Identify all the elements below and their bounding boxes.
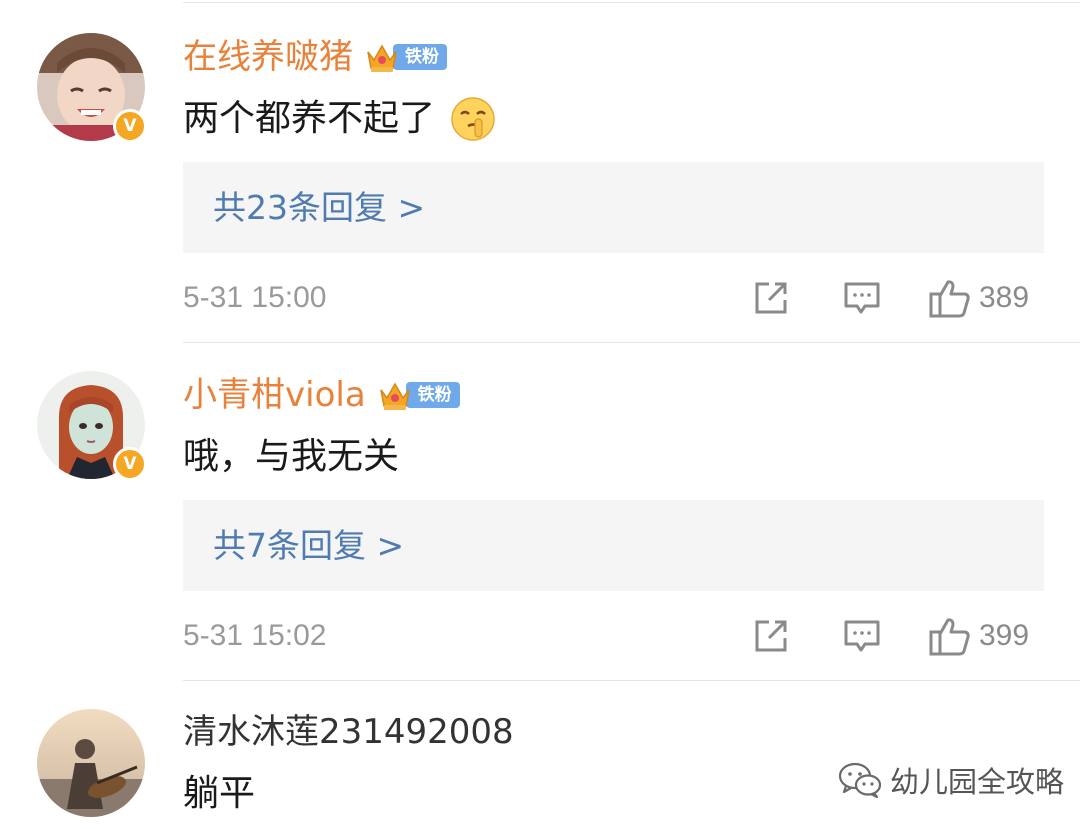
thumbs-up-icon [929, 280, 970, 318]
shushing-face-emoji-icon [451, 97, 495, 141]
comment-text: 哦，与我无关 [183, 432, 399, 482]
reply-button[interactable] [843, 616, 881, 656]
name-row: 小青柑viola 铁粉 [183, 373, 460, 417]
avatar[interactable] [37, 709, 145, 817]
comment-meta: 5-31 15:02 399 [183, 616, 1044, 656]
comment-icon [844, 282, 880, 314]
thumbs-up-icon [929, 618, 970, 656]
view-replies-link[interactable]: 共23条回复 > [213, 162, 425, 253]
avatar-image [37, 709, 145, 817]
verified-badge-icon: V [113, 447, 147, 481]
reply-button[interactable] [843, 278, 881, 318]
comment-icon [844, 620, 880, 652]
share-icon [755, 282, 787, 314]
username[interactable]: 在线养啵猪 [183, 35, 353, 79]
verified-badge-icon: V [113, 109, 147, 143]
like-button[interactable]: 399 [929, 616, 1029, 656]
timestamp: 5-31 15:02 [183, 619, 327, 652]
name-row: 清水沐莲231492008 [183, 710, 514, 754]
share-button[interactable] [753, 616, 789, 656]
replies-box[interactable]: 共7条回复 > [183, 500, 1044, 591]
comment-text: 躺平 [183, 769, 255, 819]
fan-badge: 铁粉 [363, 42, 447, 72]
comment-body: 两个都养不起了 [183, 98, 436, 139]
like-button[interactable]: 389 [929, 278, 1029, 318]
name-row: 在线养啵猪 铁粉 [183, 35, 447, 79]
share-icon [755, 620, 787, 652]
fan-badge: 铁粉 [376, 380, 460, 410]
avatar[interactable]: V [37, 33, 147, 143]
crown-icon [367, 44, 397, 72]
comment-body: 躺平 [183, 773, 256, 814]
like-count: 389 [979, 281, 1030, 314]
avatar[interactable]: V [37, 371, 147, 481]
watermark: 幼儿园全攻略 [838, 760, 1064, 800]
timestamp: 5-31 15:00 [183, 281, 327, 314]
wechat-icon [838, 762, 882, 799]
replies-box[interactable]: 共23条回复 > [183, 162, 1044, 253]
comment-meta: 5-31 15:00 389 [183, 278, 1044, 318]
top-divider [183, 2, 1080, 3]
view-replies-link[interactable]: 共7条回复 > [213, 500, 404, 591]
like-count: 399 [979, 619, 1030, 652]
comment-body: 哦，与我无关 [183, 436, 400, 477]
username[interactable]: 清水沐莲231492008 [183, 710, 514, 754]
fan-badge-label: 铁粉 [405, 382, 460, 408]
username[interactable]: 小青柑viola [183, 373, 366, 417]
share-button[interactable] [753, 278, 789, 318]
watermark-text: 幼儿园全攻略 [890, 765, 1065, 799]
comment-divider [183, 342, 1080, 343]
crown-icon [379, 382, 410, 410]
fan-badge-label: 铁粉 [393, 44, 447, 70]
comment-text: 两个都养不起了 [183, 94, 497, 144]
comment-divider [183, 680, 1080, 681]
